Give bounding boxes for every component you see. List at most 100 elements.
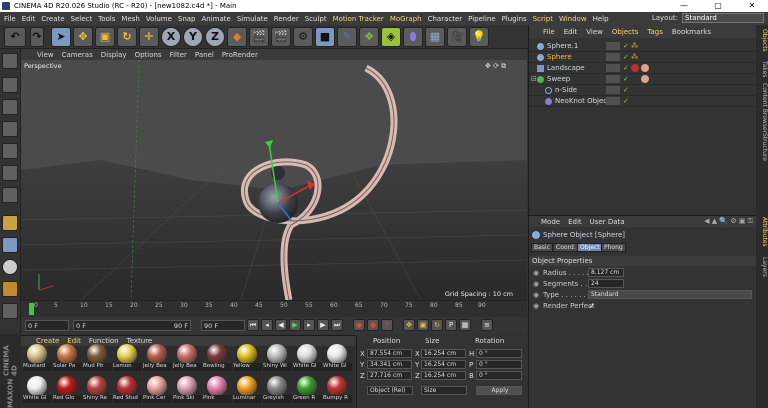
tab-coord[interactable]: Coord. (553, 243, 579, 252)
menu-script[interactable]: Script (533, 15, 553, 23)
texture-mode-icon[interactable] (2, 99, 18, 115)
key-pla-icon[interactable]: ▦ (459, 319, 471, 331)
material-swatch[interactable]: Pink Cer (143, 376, 172, 403)
vtab-content-browser[interactable]: Content Browser (756, 83, 768, 133)
subdivision-icon[interactable]: ❖ (359, 27, 379, 47)
rotate-tool-icon[interactable]: ↻ (117, 27, 137, 47)
material-swatch[interactable]: Pink Ski (173, 376, 202, 403)
menu-mesh[interactable]: Mesh (121, 15, 139, 23)
enabled-check-icon[interactable]: ✓ (623, 53, 629, 61)
om-menu-bookmarks[interactable]: Bookmarks (672, 28, 711, 36)
record-icon[interactable]: ● (353, 319, 365, 331)
material-swatch[interactable]: Greyish (263, 376, 292, 403)
coordinate-system-icon[interactable]: ◆ (227, 27, 247, 47)
undo-icon[interactable]: ↶ (4, 27, 26, 47)
segments-keyframe-icon[interactable]: ◉ (533, 280, 539, 288)
cloner-icon[interactable]: ◈ (381, 27, 401, 47)
viewport-menu-display[interactable]: Display (101, 51, 127, 59)
menu-plugins[interactable]: Plugins (502, 15, 527, 23)
viewport-menu-cameras[interactable]: Cameras (62, 51, 93, 59)
enabled-check-icon[interactable]: ✓ (623, 64, 629, 72)
polygons-mode-icon[interactable] (2, 187, 18, 203)
pen-tool-icon[interactable]: ✎ (337, 27, 357, 47)
prev-key-icon[interactable]: ◂ (261, 319, 273, 331)
y-axis-button[interactable]: Y (183, 27, 203, 47)
make-editable-icon[interactable] (2, 53, 18, 69)
live-select-icon[interactable]: ✛ (139, 27, 159, 47)
attr-nav-icons[interactable]: ◀ ▲ 🔍 ⚙ ▣ ⚿ (704, 217, 753, 226)
goto-end-icon[interactable]: ⏭ (331, 319, 343, 331)
size-x-field[interactable]: 16.254 cm (421, 349, 466, 358)
visibility-dots[interactable] (606, 97, 620, 105)
workplane-icon[interactable] (2, 121, 18, 137)
attr-menu-edit[interactable]: Edit (568, 218, 582, 226)
visibility-dots[interactable] (606, 64, 620, 72)
radius-field[interactable]: 8.127 cm (588, 268, 624, 277)
timeline-ruler[interactable]: 0 5 10 15 20 25 30 35 40 45 50 55 60 65 … (21, 300, 527, 317)
z-axis-button[interactable]: Z (205, 27, 225, 47)
menu-create[interactable]: Create (41, 15, 64, 23)
om-menu-view[interactable]: View (586, 28, 603, 36)
close-button[interactable]: ✕ (738, 0, 766, 12)
model-mode-icon[interactable] (2, 77, 18, 93)
visibility-dots[interactable] (606, 53, 620, 61)
type-dropdown[interactable]: Standard (588, 290, 752, 299)
move-tool-icon[interactable]: ✥ (73, 27, 93, 47)
menu-motion-tracker[interactable]: Motion Tracker (333, 15, 384, 23)
apply-button[interactable]: Apply (476, 386, 522, 395)
menu-animate[interactable]: Animate (202, 15, 231, 23)
menu-render[interactable]: Render (274, 15, 299, 23)
key-position-icon[interactable]: ✥ (403, 319, 415, 331)
segments-field[interactable]: 24 (588, 279, 624, 288)
current-frame-field[interactable]: 0 F (25, 320, 69, 331)
object-row-sweep[interactable]: ⊟ Sweep ✓ (529, 74, 757, 85)
select-tool-icon[interactable]: ➤ (51, 27, 71, 47)
end-frame-field[interactable]: 90 F (201, 320, 245, 331)
menu-simulate[interactable]: Simulate (237, 15, 268, 23)
material-swatch[interactable]: Pink (203, 376, 232, 403)
start-frame-field[interactable]: 0 F 90 F (73, 320, 191, 331)
material-swatch[interactable]: Red Glo (53, 376, 82, 403)
autokey-icon[interactable]: ● (367, 319, 379, 331)
rot-h-field[interactable]: 0 ° (476, 349, 522, 358)
object-row-neoknot[interactable]: NeoKnot Object ✓ (529, 96, 757, 107)
material-swatch[interactable]: Shiny Wi (263, 344, 292, 371)
object-row-n-side[interactable]: n-Side ✓ (529, 85, 757, 96)
vtab-takes[interactable]: Takes (756, 61, 768, 77)
rot-b-field[interactable]: 0 ° (476, 371, 522, 380)
material-swatch[interactable]: Bowling (203, 344, 232, 371)
menu-edit[interactable]: Edit (22, 15, 36, 23)
tab-basic[interactable]: Basic (531, 243, 553, 252)
play-icon[interactable]: ▶ (289, 319, 301, 331)
viewport-menu-panel[interactable]: Panel (195, 51, 214, 59)
render-perfect-keyframe-icon[interactable]: ◉ (533, 302, 539, 310)
key-scale-icon[interactable]: ▣ (417, 319, 429, 331)
workplane-lock-icon[interactable] (2, 281, 18, 297)
material-swatch[interactable]: White Gl (293, 344, 322, 371)
menu-volume[interactable]: Volume (146, 15, 172, 23)
pos-z-field[interactable]: 27.716 cm (367, 371, 412, 380)
material-swatch[interactable]: Yellow (233, 344, 262, 371)
menu-select[interactable]: Select (71, 15, 93, 23)
cube-object-icon[interactable]: ■ (315, 27, 335, 47)
scale-tool-icon[interactable]: ▣ (95, 27, 115, 47)
menu-character[interactable]: Character (428, 15, 463, 23)
render-settings-icon[interactable]: ⚙ (293, 27, 313, 47)
menu-help[interactable]: Help (593, 15, 609, 23)
material-swatch[interactable]: Mud Pit (83, 344, 112, 371)
next-frame-icon[interactable]: ▸ (303, 319, 315, 331)
om-menu-edit[interactable]: Edit (564, 28, 578, 36)
om-menu-file[interactable]: File (543, 28, 555, 36)
menu-window[interactable]: Window (559, 15, 587, 23)
key-rotation-icon[interactable]: ↻ (431, 319, 443, 331)
pos-y-field[interactable]: 34.341 cm (367, 360, 412, 369)
radius-keyframe-icon[interactable]: ◉ (533, 269, 539, 277)
enabled-check-icon[interactable]: ✓ (623, 86, 629, 94)
material-swatch[interactable]: Lemon (113, 344, 142, 371)
vtab-objects[interactable]: Objects (756, 29, 768, 52)
om-menu-objects[interactable]: Objects (612, 28, 638, 36)
viewport-nav-icon[interactable]: ✥ ⟳ ⧉ (485, 62, 523, 70)
axis-mode-icon[interactable] (2, 215, 18, 231)
redo-icon[interactable]: ↷ (30, 27, 44, 47)
attr-menu-user-data[interactable]: User Data (590, 218, 625, 226)
